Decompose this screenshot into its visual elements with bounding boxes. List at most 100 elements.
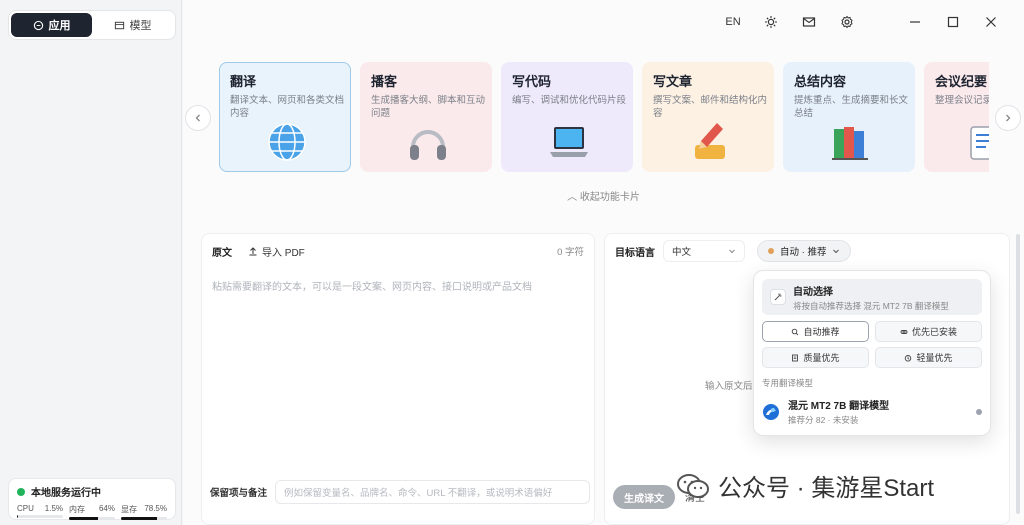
auto-select-option[interactable]: 自动选择 将按自动推荐选择 混元 MT2 7B 翻译模型 [762, 279, 982, 315]
notes-icon [970, 126, 989, 160]
card-title: 播客 [371, 74, 398, 89]
mode-dot [768, 248, 774, 254]
import-pdf-label: 导入 PDF [262, 247, 305, 259]
minimize-button[interactable] [896, 7, 934, 37]
model-mode-label: 自动 · 推荐 [780, 247, 827, 258]
option-prefer-installed[interactable]: 优先已安装 [875, 321, 982, 342]
watermark: 公众号 · 集游星Start [676, 468, 934, 503]
sidebar: 应用 模型 本地服务运行中 CPU 1.5% 内存 64% 显存 78.5% [0, 0, 182, 525]
model-sub: 推荐分 82 · 未安装 [788, 415, 859, 425]
card-desc: 提炼重点、生成摘要和长文总结 [794, 95, 909, 119]
chevron-up-icon: ︿ [567, 192, 580, 203]
scrollbar[interactable] [1016, 234, 1020, 514]
import-pdf-button[interactable]: 导入 PDF [248, 244, 305, 259]
hunyuan-logo-icon [763, 403, 779, 420]
metric-vram: 显存 78.5% [121, 504, 167, 520]
feature-cards: 翻译 翻译文本、网页和各类文档内容 播客 生成播客大纲、脚本和互动问题 写代码 … [219, 62, 989, 174]
metric-bar-fill [69, 517, 99, 520]
upload-icon [249, 247, 257, 256]
mail-button[interactable] [790, 7, 828, 37]
char-count: 0 字符 [557, 247, 584, 258]
maximize-icon [947, 16, 959, 28]
model-mode-select[interactable]: 自动 · 推荐 [757, 240, 852, 262]
carousel-prev-button[interactable] [185, 105, 211, 131]
box-icon [114, 21, 124, 29]
source-label: 原文 [212, 247, 232, 259]
model-mode-dropdown: 自动选择 将按自动推荐选择 混元 MT2 7B 翻译模型 自动推荐 优先已安装 … [753, 270, 991, 436]
tab-models[interactable]: 模型 [92, 13, 173, 37]
metric-value: 78.5% [144, 504, 167, 513]
option-auto-recommend[interactable]: 自动推荐 [762, 321, 869, 342]
chat-icon [33, 20, 43, 30]
chevron-down-icon [729, 249, 735, 254]
tab-models-label: 模型 [129, 20, 152, 32]
card-desc: 生成播客大纲、脚本和互动问题 [371, 95, 486, 119]
metric-label: CPU [17, 504, 34, 513]
metric-label: 显存 [121, 505, 137, 514]
card-meeting[interactable]: 会议纪要 整理会议记录和行动项 [924, 62, 989, 172]
auto-select-desc: 将按自动推荐选择 混元 MT2 7B 翻译模型 [793, 300, 949, 311]
laptop-icon [550, 127, 588, 157]
metric-label: 内存 [69, 505, 85, 514]
card-write[interactable]: 写文章 撰写文案、邮件和结构化内容 [642, 62, 774, 172]
tab-apps[interactable]: 应用 [11, 13, 92, 37]
metric-value: 64% [98, 504, 115, 513]
wechat-icon [677, 473, 709, 498]
card-title: 会议纪要 [935, 74, 988, 89]
card-desc: 翻译文本、网页和各类文档内容 [230, 95, 345, 119]
watermark-text: 公众号 · 集游星Start [718, 475, 935, 502]
card-translate[interactable]: 翻译 翻译文本、网页和各类文档内容 [219, 62, 351, 172]
sun-icon [765, 16, 777, 28]
auto-select-title: 自动选择 [793, 286, 833, 298]
doc-icon [792, 354, 799, 361]
notes-input[interactable]: 例如保留变量名、品牌名、命令、URL 不翻译，或说明术语偏好 [275, 480, 590, 504]
source-panel: 原文 导入 PDF 0 字符 粘贴需要翻译的文本，可以是一段文案、网页内容、接口… [201, 233, 595, 525]
option-lightweight-first[interactable]: 轻量优先 [875, 347, 982, 368]
app-model-switch: 应用 模型 [8, 10, 176, 40]
card-code[interactable]: 写代码 编写、调试和优化代码片段 [501, 62, 633, 172]
collapse-label: 收起功能卡片 [579, 192, 640, 203]
titlebar: EN [183, 0, 1024, 44]
source-text-input[interactable]: 粘贴需要翻译的文本，可以是一段文案、网页内容、接口说明或产品文档 [202, 268, 594, 303]
maximize-button[interactable] [934, 7, 972, 37]
collapse-cards-button[interactable]: ︿ 收起功能卡片 [183, 188, 1024, 203]
target-language-value: 中文 [672, 247, 692, 258]
globe-icon [268, 123, 306, 161]
main-area: EN 翻译 翻译文本、网页和各类文档内容 播客 生成播客大纲、脚本和互动问题 写… [183, 0, 1024, 525]
minimize-icon [910, 21, 920, 23]
language-label: EN [725, 16, 741, 28]
card-summary[interactable]: 总结内容 提炼重点、生成摘要和长文总结 [783, 62, 915, 172]
target-language-select[interactable]: 中文 [663, 240, 745, 262]
card-desc: 编写、调试和优化代码片段 [512, 95, 627, 106]
card-title: 翻译 [230, 74, 257, 89]
service-status-panel: 本地服务运行中 CPU 1.5% 内存 64% 显存 78.5% [8, 478, 176, 520]
settings-button[interactable] [828, 7, 866, 37]
card-podcast[interactable]: 播客 生成播客大纲、脚本和互动问题 [360, 62, 492, 172]
lightning-icon [905, 354, 912, 362]
notes-label: 保留项与备注 [210, 488, 268, 499]
magic-icon [770, 289, 786, 305]
card-desc: 撰写文案、邮件和结构化内容 [653, 95, 768, 119]
generate-translation-button[interactable]: 生成译文 [613, 485, 675, 509]
pencil-icon [695, 123, 725, 159]
target-language-label: 目标语言 [615, 247, 655, 259]
close-icon [986, 17, 996, 27]
option-quality-first[interactable]: 质量优先 [762, 347, 869, 368]
close-button[interactable] [972, 7, 1010, 37]
metric-value: 1.5% [44, 504, 63, 513]
metric-cpu: CPU 1.5% [17, 504, 63, 520]
theme-button[interactable] [752, 7, 790, 37]
model-item[interactable]: 混元 MT2 7B 翻译模型 推荐分 82 · 未安装 [762, 397, 982, 426]
option-label: 优先已安装 [911, 327, 957, 337]
metric-bar-fill [121, 517, 158, 520]
carousel-next-button[interactable] [995, 105, 1021, 131]
option-label: 质量优先 [803, 353, 840, 363]
mail-icon [802, 17, 816, 27]
option-label: 轻量优先 [916, 353, 953, 363]
card-title: 写文章 [653, 74, 693, 89]
section-label: 专用翻译模型 [762, 378, 814, 388]
language-toggle[interactable]: EN [714, 7, 752, 37]
books-icon [832, 127, 868, 160]
link-icon [900, 329, 908, 334]
status-title: 本地服务运行中 [31, 488, 101, 499]
